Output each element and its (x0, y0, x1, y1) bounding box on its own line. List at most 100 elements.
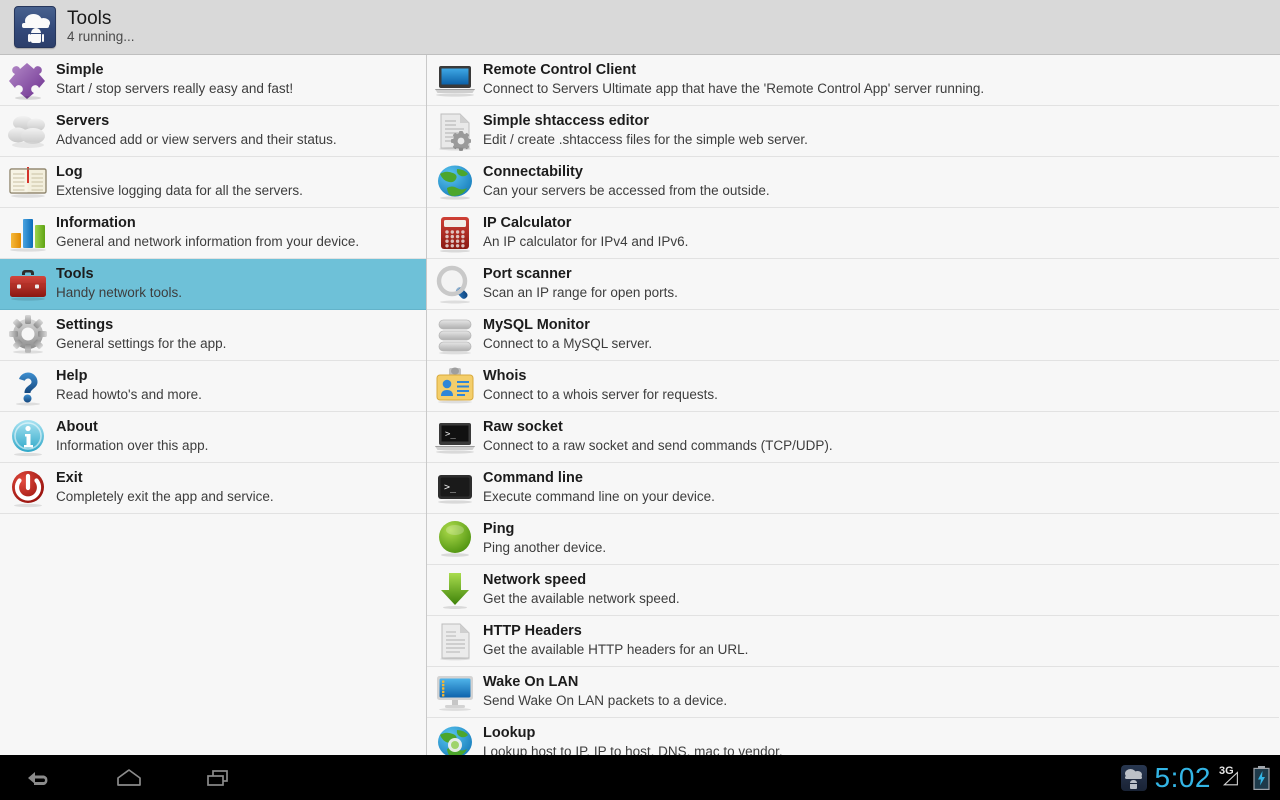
list-item[interactable]: Wake On LAN Send Wake On LAN packets to a… (427, 667, 1279, 718)
list-item-title: Wake On LAN (483, 674, 579, 691)
list-item[interactable]: Simple Start / stop servers really easy a… (0, 55, 426, 106)
list-item[interactable]: Remote Control Client Connect to Servers … (427, 55, 1279, 106)
list-item[interactable]: Tools Handy network tools. (0, 259, 426, 310)
home-icon[interactable] (112, 764, 146, 792)
list-item-title: Simple (56, 62, 104, 79)
calculator-icon (433, 211, 477, 255)
list-item-text: Simple shtaccess editor Edit / create .sh… (483, 113, 808, 148)
list-item-description: Completely exit the app and service. (56, 489, 274, 505)
list-item-title: Connectability (483, 164, 583, 181)
database-icon (433, 313, 477, 357)
cloud-android-notification-icon[interactable] (1120, 764, 1147, 791)
back-arrow-icon[interactable] (22, 764, 56, 792)
list-item-title: Remote Control Client (483, 62, 637, 79)
toolbox-icon (6, 262, 50, 306)
list-item[interactable]: Exit Completely exit the app and service. (0, 463, 426, 514)
list-item[interactable]: Whois Connect to a whois server for reque… (427, 361, 1279, 412)
list-item[interactable]: Connectability Can your servers be access… (427, 157, 1279, 208)
power-icon (6, 466, 50, 510)
battery-charging-icon (1253, 765, 1270, 790)
svg-text:>_: >_ (444, 482, 457, 493)
id-card-icon (433, 364, 477, 408)
list-item-description: Advanced add or view servers and their s… (56, 132, 337, 148)
list-item[interactable]: >_ Raw socket Connect to a raw socket and… (427, 412, 1279, 463)
list-item-text: Network speed Get the available network s… (483, 572, 680, 607)
list-item-text: Whois Connect to a whois server for reque… (483, 368, 718, 403)
list-item-description: General and network information from you… (56, 234, 360, 250)
list-item-title: Tools (56, 266, 94, 283)
list-item-text: MySQL Monitor Connect to a MySQL server. (483, 317, 652, 352)
green-circle-icon (433, 517, 477, 561)
list-item-text: Settings General settings for the app. (56, 317, 226, 352)
list-item-description: Get the available HTTP headers for an UR… (483, 642, 749, 658)
magnifier-icon (433, 262, 477, 306)
list-item-text: IP Calculator An IP calculator for IPv4 a… (483, 215, 688, 250)
list-item-text: Simple Start / stop servers really easy a… (56, 62, 294, 97)
list-item-text: Help Read howto's and more. (56, 368, 202, 403)
svg-text:>_: >_ (445, 430, 456, 440)
list-item[interactable]: Simple shtaccess editor Edit / create .sh… (427, 106, 1279, 157)
gear-icon (6, 313, 50, 357)
list-item-text: Servers Advanced add or view servers and … (56, 113, 337, 148)
list-item-description: Get the available network speed. (483, 591, 680, 607)
list-item[interactable]: MySQL Monitor Connect to a MySQL server. (427, 310, 1279, 361)
list-item-text: Wake On LAN Send Wake On LAN packets to a… (483, 674, 727, 709)
list-item[interactable]: Log Extensive logging data for all the se… (0, 157, 426, 208)
cloud-android-icon (14, 6, 56, 48)
list-item[interactable]: Help Read howto's and more. (0, 361, 426, 412)
list-item-title: Servers (56, 113, 110, 130)
content-area: Simple Start / stop servers really easy a… (0, 55, 1280, 755)
list-item-description: Read howto's and more. (56, 387, 202, 403)
system-navigation-bar: 5:02 3G (0, 755, 1280, 800)
list-item-description: Lookup host to IP, IP to host, DNS, mac … (483, 744, 783, 755)
list-item-text: Command line Execute command line on your… (483, 470, 715, 505)
recent-apps-icon[interactable] (202, 764, 236, 792)
list-item[interactable]: Information General and network informati… (0, 208, 426, 259)
list-item[interactable]: Settings General settings for the app. (0, 310, 426, 361)
list-item-title: About (56, 419, 98, 436)
book-icon (6, 160, 50, 204)
app-root: Tools 4 running... Simple Start / stop se… (0, 0, 1280, 800)
list-item-description: Connect to a whois server for requests. (483, 387, 718, 403)
info-icon (6, 415, 50, 459)
document-icon (433, 619, 477, 663)
list-item-description: Start / stop servers really easy and fas… (56, 81, 294, 97)
list-item[interactable]: Port scanner Scan an IP range for open po… (427, 259, 1279, 310)
list-item-title: Whois (483, 368, 527, 385)
list-item-description: Execute command line on your device. (483, 489, 715, 505)
clouds-icon (6, 109, 50, 153)
list-item-description: Edit / create .shtaccess files for the s… (483, 132, 808, 148)
bar-chart-icon (6, 211, 50, 255)
list-item-text: Exit Completely exit the app and service. (56, 470, 274, 505)
list-item[interactable]: HTTP Headers Get the available HTTP heade… (427, 616, 1279, 667)
laptop-blue-icon (433, 58, 477, 102)
globe-icon (433, 160, 477, 204)
puzzle-icon (6, 58, 50, 102)
list-item-title: Raw socket (483, 419, 563, 436)
document-gear-icon (433, 109, 477, 153)
list-item[interactable]: >_ Command line Execute command line on y… (427, 463, 1279, 514)
list-item-title: IP Calculator (483, 215, 572, 232)
list-item[interactable]: Network speed Get the available network s… (427, 565, 1279, 616)
list-item-title: HTTP Headers (483, 623, 582, 640)
list-item[interactable]: Servers Advanced add or view servers and … (0, 106, 426, 157)
list-item-text: About Information over this app. (56, 419, 208, 454)
list-item-title: Command line (483, 470, 583, 487)
app-header: Tools 4 running... (0, 0, 1280, 55)
terminal-icon: >_ (433, 466, 477, 510)
list-item-title: Port scanner (483, 266, 572, 283)
list-item-description: Handy network tools. (56, 285, 183, 301)
list-item[interactable]: About Information over this app. (0, 412, 426, 463)
list-item-text: HTTP Headers Get the available HTTP heade… (483, 623, 749, 658)
list-item[interactable]: IP Calculator An IP calculator for IPv4 a… (427, 208, 1279, 259)
list-item[interactable]: Ping Ping another device. (427, 514, 1279, 565)
list-item-title: Simple shtaccess editor (483, 113, 650, 130)
signal-strength-icon: 3G (1219, 765, 1245, 791)
list-item-text: Log Extensive logging data for all the se… (56, 164, 303, 199)
globe-dns-icon (433, 721, 477, 755)
clock: 5:02 (1154, 761, 1211, 793)
down-arrow-icon (433, 568, 477, 612)
list-item[interactable]: Lookup Lookup host to IP, IP to host, DNS… (427, 718, 1279, 755)
laptop-terminal-icon: >_ (433, 415, 477, 459)
list-item-title: Information (56, 215, 136, 232)
